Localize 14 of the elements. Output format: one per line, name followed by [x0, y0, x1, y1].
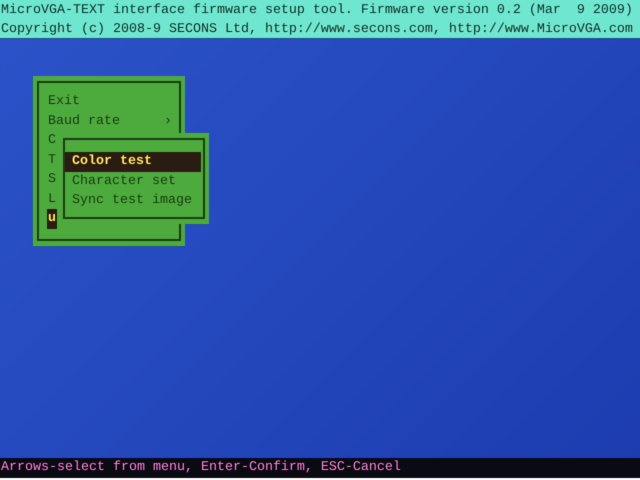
- menu-item[interactable]: Baud rate ›: [47, 112, 173, 131]
- menu-item[interactable]: L: [47, 190, 57, 209]
- menu-item[interactable]: u: [47, 209, 57, 228]
- menu-item[interactable]: Color test: [65, 152, 201, 172]
- header-text: Copyright (c) 2008-9 SECONS Ltd, http://www.secons.com, http://www.MicroVGA.com: [1, 21, 634, 39]
- menu-item[interactable]: C: [47, 131, 57, 150]
- submenu-arrow-icon: ›: [163, 112, 173, 131]
- menu-item[interactable]: Sync test image: [65, 191, 201, 210]
- status-bar: Arrows-select from menu, Enter-Confirm, ESC-Cancel: [0, 458, 640, 478]
- menu-item[interactable]: Character set: [65, 172, 201, 191]
- menu-item[interactable]: T: [47, 150, 57, 170]
- menu-item[interactable]: S: [47, 170, 57, 190]
- header-text: MicroVGA-TEXT interface firmware setup tool. Firmware version 0.2 (Mar 9 2009): [1, 2, 634, 20]
- menu-item[interactable]: Exit: [47, 92, 81, 112]
